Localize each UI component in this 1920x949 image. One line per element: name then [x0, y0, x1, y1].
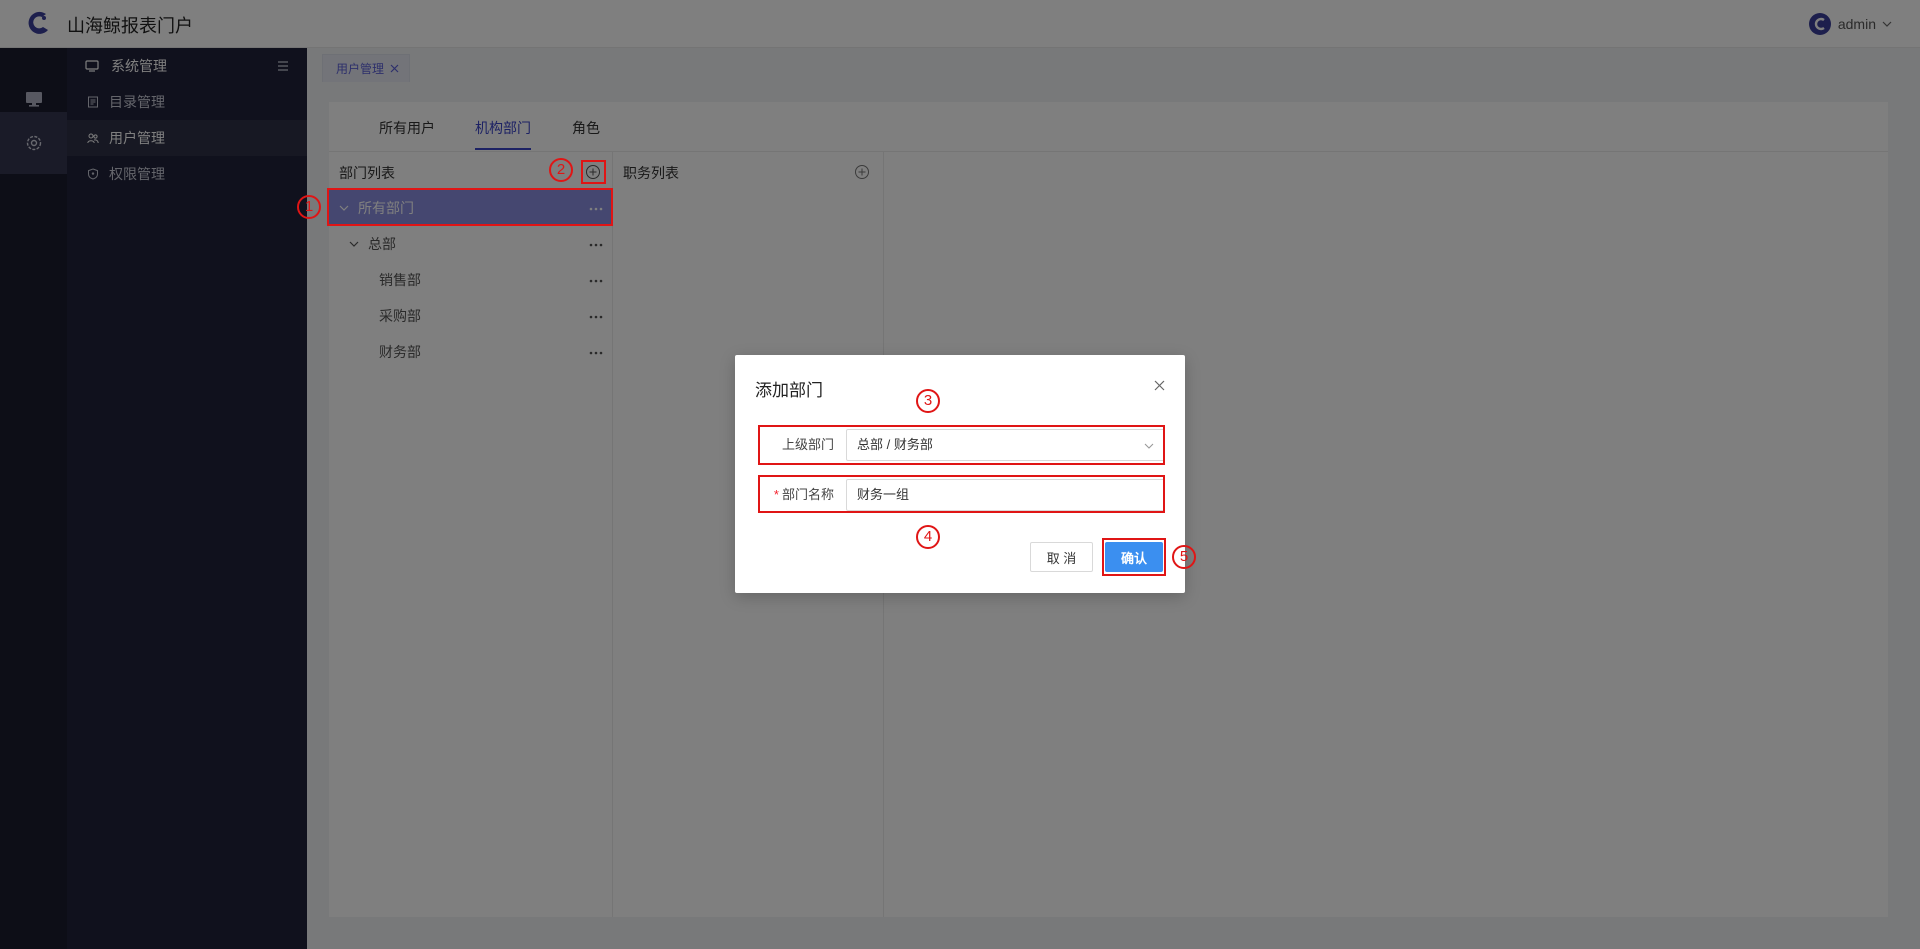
- annotation-number-3: 3: [916, 389, 940, 413]
- annotation-number-1: 1: [297, 195, 321, 219]
- annotation-box-4: [758, 475, 1165, 513]
- close-icon[interactable]: [1154, 380, 1165, 391]
- annotation-box-3: [758, 425, 1165, 465]
- annotation-box-5: [1102, 538, 1166, 576]
- dialog-title: 添加部门: [755, 381, 823, 400]
- annotation-box-1: [327, 188, 613, 226]
- annotation-number-4: 4: [916, 525, 940, 549]
- annotation-number-5: 5: [1172, 545, 1196, 569]
- annotation-number-2: 2: [549, 158, 573, 182]
- cancel-button[interactable]: 取 消: [1030, 542, 1093, 572]
- add-department-dialog: 添加部门 上级部门 总部 / 财务部 * 部门名称 财务一组 取 消 确认 3 4…: [735, 355, 1196, 593]
- annotation-box-2: [581, 160, 606, 184]
